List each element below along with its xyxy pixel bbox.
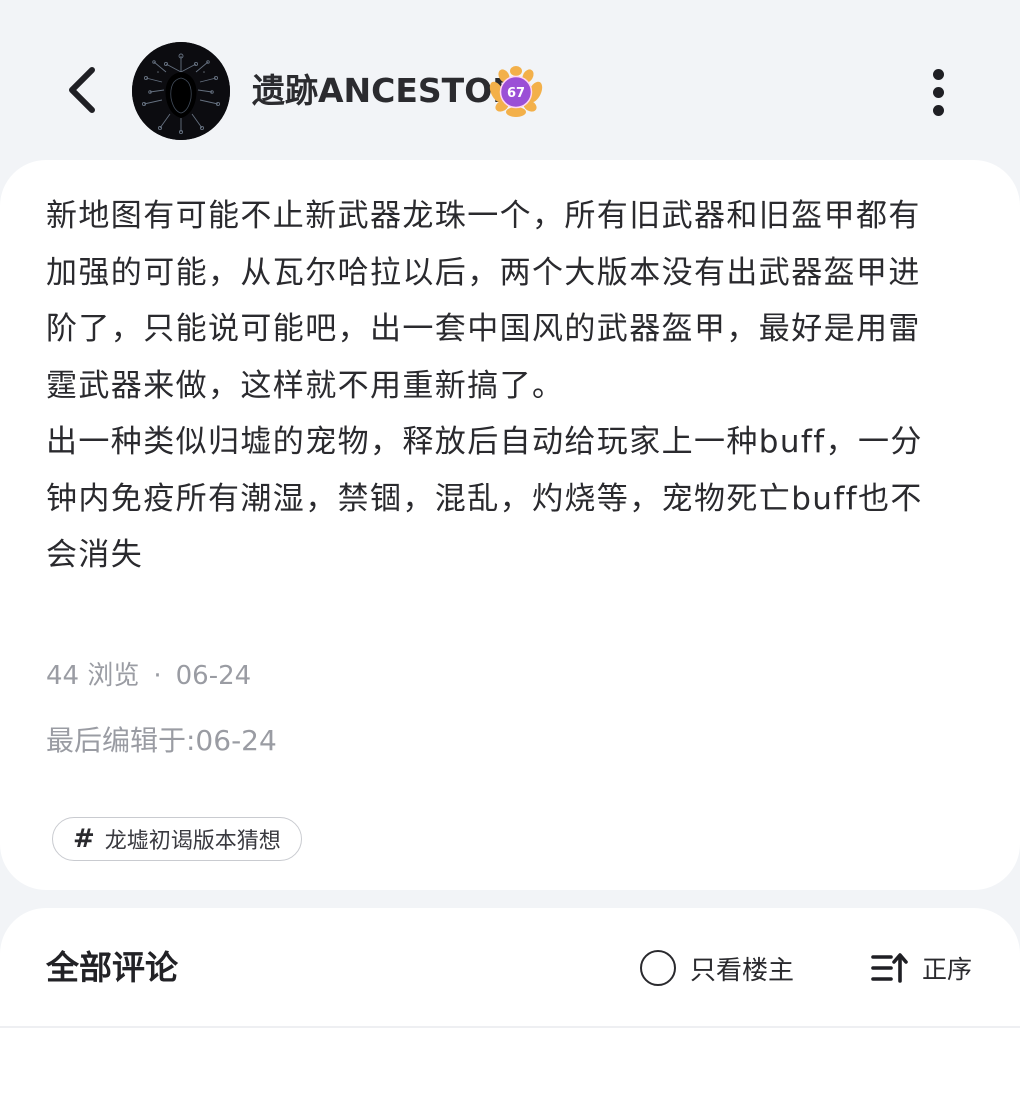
op-only-toggle[interactable]: 只看楼主 <box>640 944 794 992</box>
post-content: 新地图有可能不止新武器龙珠一个，所有旧武器和旧盔甲都有加强的可能，从瓦尔哈拉以后… <box>46 188 946 584</box>
post-card: 新地图有可能不止新武器龙珠一个，所有旧武器和旧盔甲都有加强的可能，从瓦尔哈拉以后… <box>0 160 1020 890</box>
last-edited: 最后编辑于:06-24 <box>46 724 277 757</box>
topic-label: 龙墟初谒版本猜想 <box>104 829 281 854</box>
level-badge-icon: 67 <box>489 66 543 117</box>
post-meta: 44 浏览 · 06-24 <box>46 656 251 696</box>
op-only-label: 只看楼主 <box>690 955 795 986</box>
username[interactable]: 遗跡ANCESTOR <box>252 66 518 116</box>
more-vertical-icon-dot <box>932 86 944 98</box>
sort-button[interactable]: 正序 <box>870 944 972 992</box>
meta-separator: · <box>153 661 162 691</box>
comments-title: 全部评论 <box>46 948 178 987</box>
post-paragraph: 出一种类似归墟的宠物，释放后自动给玩家上一种buff，一分钟内免疫所有潮湿，禁锢… <box>46 424 923 573</box>
hashtag-icon: # <box>73 824 95 854</box>
more-vertical-icon <box>932 68 944 80</box>
topic-tag[interactable]: # 龙墟初谒版本猜想 <box>52 817 302 861</box>
comments-section: 全部评论 只看楼主 正序 <box>0 908 1020 1108</box>
view-count: 44 浏览 <box>46 661 140 691</box>
level-badge[interactable]: 67 <box>488 66 544 118</box>
radio-icon <box>640 950 676 986</box>
more-vertical-icon-dot <box>932 104 944 116</box>
avatar-image <box>132 42 230 140</box>
chevron-left-icon <box>69 67 95 113</box>
back-button[interactable] <box>50 58 114 122</box>
avatar[interactable] <box>132 42 230 140</box>
divider <box>0 1026 1020 1028</box>
top-bar: 遗跡ANCESTOR 67 <box>0 0 1020 180</box>
sort-ascending-icon <box>871 953 908 983</box>
post-date: 06-24 <box>175 661 252 691</box>
more-options-button[interactable] <box>912 62 964 122</box>
sort-label: 正序 <box>922 955 973 984</box>
level-number: 67 <box>507 86 525 101</box>
post-paragraph: 新地图有可能不止新武器龙珠一个，所有旧武器和旧盔甲都有加强的可能，从瓦尔哈拉以后… <box>46 198 921 404</box>
